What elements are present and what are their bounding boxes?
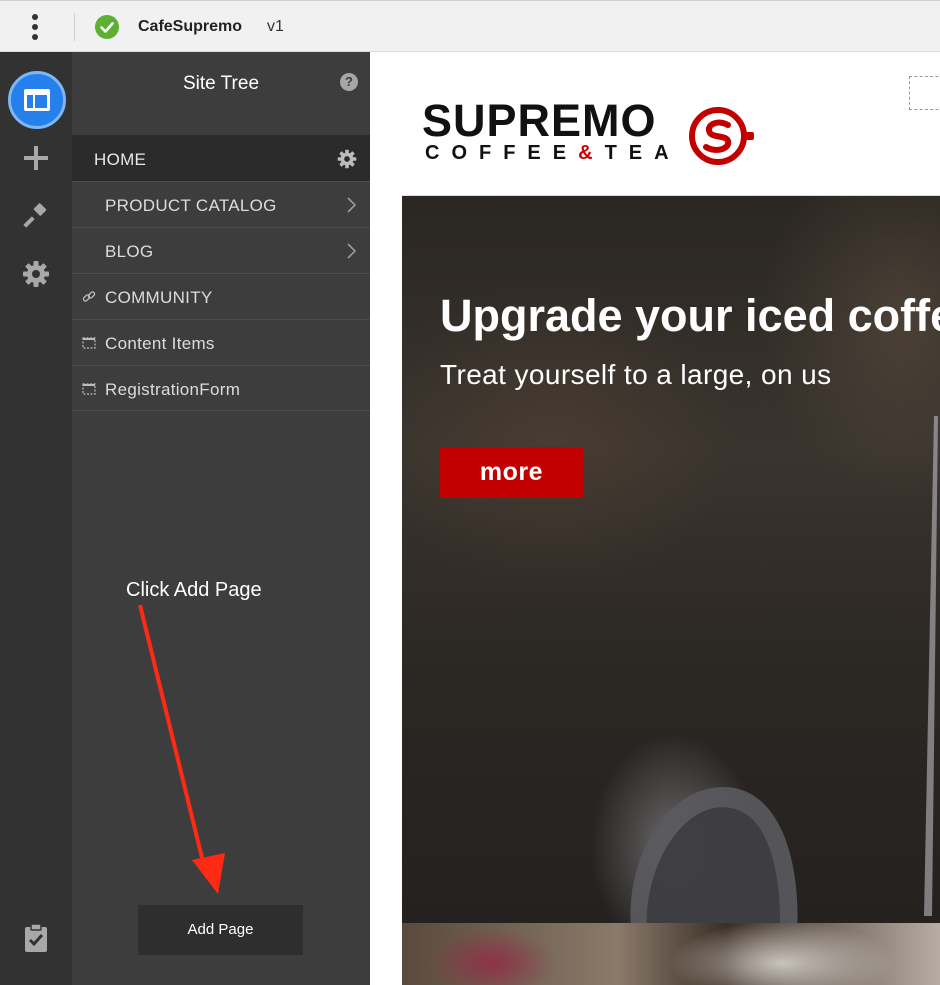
chevron-right-icon[interactable] [344, 196, 358, 214]
logo-ampersand: & [578, 142, 605, 164]
tree-item-product-catalog[interactable]: PRODUCT CATALOG [72, 181, 370, 227]
panel-title: Site Tree [182, 73, 260, 94]
site-name: CafeSupremo [138, 18, 243, 35]
link-icon [82, 291, 96, 302]
hero-subtitle: Treat yourself to a large, on us [440, 359, 832, 390]
tree-item-community[interactable]: COMMUNITY [72, 273, 370, 319]
annotation-text: Click Add Page [126, 579, 262, 601]
tree-item-label: BLOG [105, 242, 154, 261]
help-icon[interactable]: ? [340, 73, 358, 91]
page-preview: SUPREMO COFFEE&TEA Upgrade your iced cof… [370, 52, 940, 985]
spoon-shape [630, 787, 798, 923]
clipboard-check-icon [25, 923, 47, 952]
more-button[interactable]: more [440, 447, 583, 498]
site-tree-panel: Site Tree ? HOME PRODUCT CATALOG BLOG CO… [72, 52, 370, 985]
kebab-menu-icon[interactable] [24, 12, 46, 42]
logo-tagline-right: TEA [604, 142, 681, 164]
tree-item-label: Content Items [105, 334, 215, 353]
gear-icon[interactable] [337, 149, 357, 169]
logo-tagline-left: COFFEE [425, 142, 579, 164]
placeholder-box[interactable] [909, 76, 940, 110]
plus-icon [24, 146, 48, 170]
icon-rail [0, 52, 72, 985]
settings-button[interactable] [6, 244, 66, 304]
chevron-right-icon[interactable] [344, 242, 358, 260]
spoon-handle-shape [924, 416, 938, 916]
brush-icon [23, 203, 47, 228]
logo-tagline: COFFEE&TEA [425, 142, 681, 165]
tree-item-label: PRODUCT CATALOG [105, 196, 277, 215]
logo-wordmark: SUPREMO [422, 95, 657, 146]
site-tree-button[interactable] [8, 71, 66, 129]
add-page-button[interactable]: Add Page [138, 905, 303, 955]
site-version: v1 [267, 18, 284, 35]
top-bar: CafeSupremo v1 [0, 0, 940, 52]
dashed-page-icon [82, 337, 96, 349]
design-button[interactable] [6, 186, 66, 246]
tree-item-content-items[interactable]: Content Items [72, 319, 370, 365]
check-circle-icon [95, 15, 119, 39]
food-image [402, 923, 940, 985]
gear-icon [23, 261, 49, 287]
tree-item-registrationform[interactable]: RegistrationForm [72, 365, 370, 411]
tree-item-home[interactable]: HOME [72, 135, 370, 181]
tree-item-label: RegistrationForm [105, 380, 241, 399]
add-button[interactable] [6, 128, 66, 188]
tree-item-label: HOME [94, 150, 147, 169]
hero-title: Upgrade your iced coffee [440, 290, 940, 341]
tree-item-blog[interactable]: BLOG [72, 227, 370, 273]
divider [74, 13, 75, 41]
annotation-arrow [138, 604, 225, 894]
logo-mark-icon [689, 107, 754, 165]
layout-icon [24, 89, 50, 111]
tasks-button[interactable] [6, 908, 66, 968]
dashed-page-icon [82, 383, 96, 395]
tree-item-label: COMMUNITY [105, 288, 213, 307]
hero-banner: Upgrade your iced coffee Treat yourself … [402, 195, 940, 923]
